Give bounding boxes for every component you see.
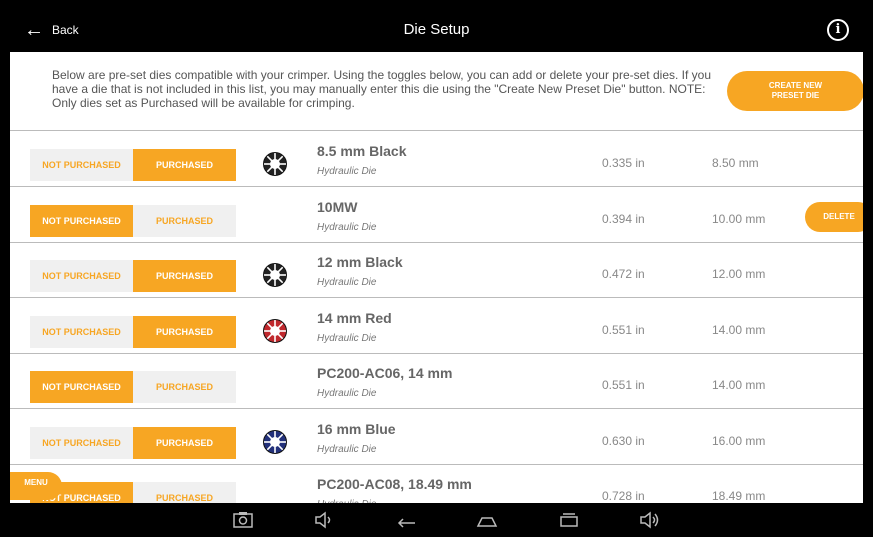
die-name: 16 mm Blue — [317, 421, 396, 437]
volume-up-icon[interactable] — [639, 510, 661, 530]
delete-button[interactable]: DELETE — [805, 202, 863, 232]
not-purchased-toggle[interactable]: NOT PURCHASED — [30, 205, 133, 237]
die-size-mm: 8.50 mm — [712, 156, 759, 170]
die-name: 10MW — [317, 199, 358, 215]
create-button-line2: PRESET DIE — [771, 91, 820, 100]
die-size-inches: 0.630 in — [602, 434, 645, 448]
create-button-line1: CREATE NEW — [768, 81, 823, 90]
die-type: Hydraulic Die — [317, 333, 377, 344]
die-size-inches: 0.335 in — [602, 156, 645, 170]
die-row: NOT PURCHASED PURCHASED 8.5 mm Black Hydra… — [10, 132, 863, 187]
die-row: NOT PURCHASED PURCHASED 10MW Hydraulic Die 0… — [10, 188, 863, 243]
die-size-inches: 0.394 in — [602, 212, 645, 226]
screenshot-icon[interactable] — [232, 510, 254, 530]
purchased-toggle[interactable]: PURCHASED — [133, 260, 236, 292]
die-black-icon — [263, 263, 287, 287]
info-icon[interactable]: i — [827, 19, 849, 41]
die-size-mm: 18.49 mm — [712, 489, 766, 503]
die-row: NOT PURCHASED PURCHASED 16 mm Blue Hydraul… — [10, 410, 863, 465]
purchased-toggle[interactable]: PURCHASED — [133, 149, 236, 181]
volume-down-icon[interactable] — [313, 510, 335, 530]
home-icon[interactable] — [476, 510, 498, 530]
create-new-preset-die-button[interactable]: CREATE NEW PRESET DIE — [727, 71, 863, 111]
die-type: Hydraulic Die — [317, 444, 377, 455]
die-size-mm: 16.00 mm — [712, 434, 766, 448]
menu-button[interactable]: MENU — [10, 472, 62, 500]
die-blue-icon — [263, 430, 287, 454]
intro-panel: Below are pre-set dies compatible with y… — [10, 52, 863, 131]
die-size-inches: 0.551 in — [602, 323, 645, 337]
die-type: Hydraulic Die — [317, 222, 377, 233]
purchased-toggle[interactable]: PURCHASED — [133, 316, 236, 348]
die-size-mm: 14.00 mm — [712, 323, 766, 337]
die-name: 8.5 mm Black — [317, 143, 407, 159]
die-name: 12 mm Black — [317, 254, 403, 270]
die-row: NOT PURCHASED PURCHASED PC200-AC06, 14 mm H… — [10, 354, 863, 409]
die-name: PC200-AC08, 18.49 mm — [317, 476, 472, 492]
die-row: NOT PURCHASED PURCHASED 12 mm Black Hydrau… — [10, 243, 863, 298]
die-size-mm: 14.00 mm — [712, 378, 766, 392]
page-title: Die Setup — [403, 21, 470, 38]
purchased-toggle[interactable]: PURCHASED — [133, 371, 236, 403]
die-type: Hydraulic Die — [317, 388, 377, 399]
android-nav-bar — [10, 503, 863, 537]
intro-text: Below are pre-set dies compatible with y… — [52, 68, 712, 110]
purchased-toggle[interactable]: PURCHASED — [133, 205, 236, 237]
not-purchased-toggle[interactable]: NOT PURCHASED — [30, 371, 133, 403]
die-size-mm: 10.00 mm — [712, 212, 766, 226]
die-row: NOT PURCHASED PURCHASED 14 mm Red Hydrauli… — [10, 299, 863, 354]
recents-icon[interactable] — [558, 510, 580, 530]
die-size-inches: 0.472 in — [602, 267, 645, 281]
die-name: 14 mm Red — [317, 310, 392, 326]
die-type: Hydraulic Die — [317, 277, 377, 288]
purchased-toggle[interactable]: PURCHASED — [133, 427, 236, 459]
not-purchased-toggle[interactable]: NOT PURCHASED — [30, 427, 133, 459]
not-purchased-toggle[interactable]: NOT PURCHASED — [30, 149, 133, 181]
die-size-inches: 0.551 in — [602, 378, 645, 392]
die-red-icon — [263, 319, 287, 343]
top-bar: ← Back Die Setup i — [10, 8, 863, 52]
die-name: PC200-AC06, 14 mm — [317, 365, 453, 381]
die-size-mm: 12.00 mm — [712, 267, 766, 281]
die-size-inches: 0.728 in — [602, 489, 645, 503]
not-purchased-toggle[interactable]: NOT PURCHASED — [30, 316, 133, 348]
die-setup-screen: ← Back Die Setup i Below are pre-set die… — [10, 8, 863, 537]
die-type: Hydraulic Die — [317, 166, 377, 177]
back-nav-icon[interactable] — [395, 510, 417, 530]
die-black-icon — [263, 152, 287, 176]
not-purchased-toggle[interactable]: NOT PURCHASED — [30, 260, 133, 292]
